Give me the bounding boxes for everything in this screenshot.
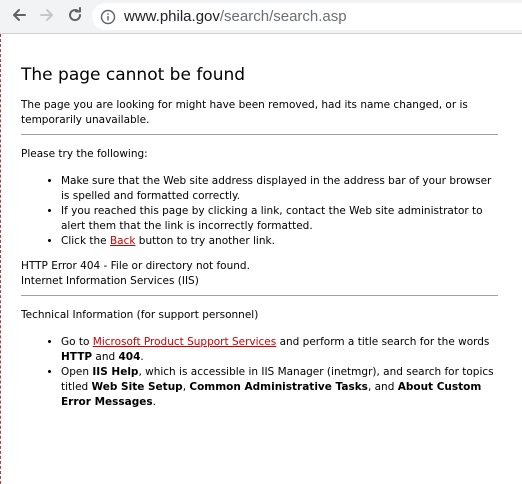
reload-button[interactable] (64, 6, 86, 28)
address-path: /search/search.asp (219, 8, 347, 25)
support-services-link[interactable]: Microsoft Product Support Services (93, 336, 276, 348)
page-title: The page cannot be found (21, 65, 246, 85)
try-item-2-text: If you reached this page by clicking a l… (61, 205, 483, 232)
tech-item-1-end: . (140, 351, 144, 363)
tech-heading: Technical Information (for support perso… (21, 309, 259, 321)
arrow-left-icon (11, 7, 27, 27)
tech-item-1-and: and (92, 351, 119, 363)
intro-text: The page you are looking for might have … (21, 99, 468, 126)
list-item: Go to Microsoft Product Support Services… (61, 335, 501, 365)
divider (21, 134, 498, 135)
tech-list: Go to Microsoft Product Support Services… (21, 335, 501, 410)
reload-icon (67, 7, 83, 27)
tech-item-2-end: . (152, 396, 156, 408)
tech-item-2-bold-setup: Web Site Setup (91, 381, 183, 393)
list-item: Open IIS Help, which is accessible in II… (61, 365, 501, 410)
list-item: If you reached this page by clicking a l… (61, 204, 501, 234)
page-left-edge (0, 34, 1, 484)
address-domain: www.phila.gov (124, 8, 220, 25)
tech-item-2-prefix: Open (61, 366, 93, 378)
list-item: Make sure that the Web site address disp… (61, 174, 501, 204)
address-bar[interactable]: www.phila.gov/search/search.asp (92, 3, 522, 30)
tech-item-2-bold-tasks: Common Administrative Tasks (189, 381, 368, 393)
tech-item-2-bold-iis-help: IIS Help (92, 366, 139, 378)
http-error-text: HTTP Error 404 - File or directory not f… (21, 260, 250, 272)
tech-item-1-bold-http: HTTP (61, 351, 93, 363)
server-name: Internet Information Services (IIS) (21, 275, 199, 287)
address-url[interactable]: www.phila.gov/search/search.asp (124, 8, 347, 25)
try-heading: Please try the following: (21, 148, 148, 160)
back-button[interactable] (8, 6, 30, 28)
info-icon[interactable] (98, 7, 118, 27)
tech-item-1-prefix: Go to (61, 336, 93, 348)
try-list: Make sure that the Web site address disp… (21, 174, 501, 249)
divider (21, 295, 498, 296)
browser-toolbar: www.phila.gov/search/search.asp (0, 0, 522, 34)
tech-item-1-bold-404: 404 (118, 351, 141, 363)
forward-button[interactable] (36, 6, 58, 28)
tech-item-1-mid: and perform a title search for the words (276, 336, 490, 348)
try-item-3-suffix: button to try another link. (135, 235, 275, 247)
list-item: Click the Back button to try another lin… (61, 234, 501, 249)
arrow-right-icon (39, 7, 55, 27)
try-item-3-prefix: Click the (61, 235, 110, 247)
back-link[interactable]: Back (110, 235, 136, 247)
error-page: The page cannot be found The page you ar… (21, 34, 501, 410)
tech-item-2-and: , and (367, 381, 398, 393)
try-item-1-text: Make sure that the Web site address disp… (61, 175, 492, 202)
